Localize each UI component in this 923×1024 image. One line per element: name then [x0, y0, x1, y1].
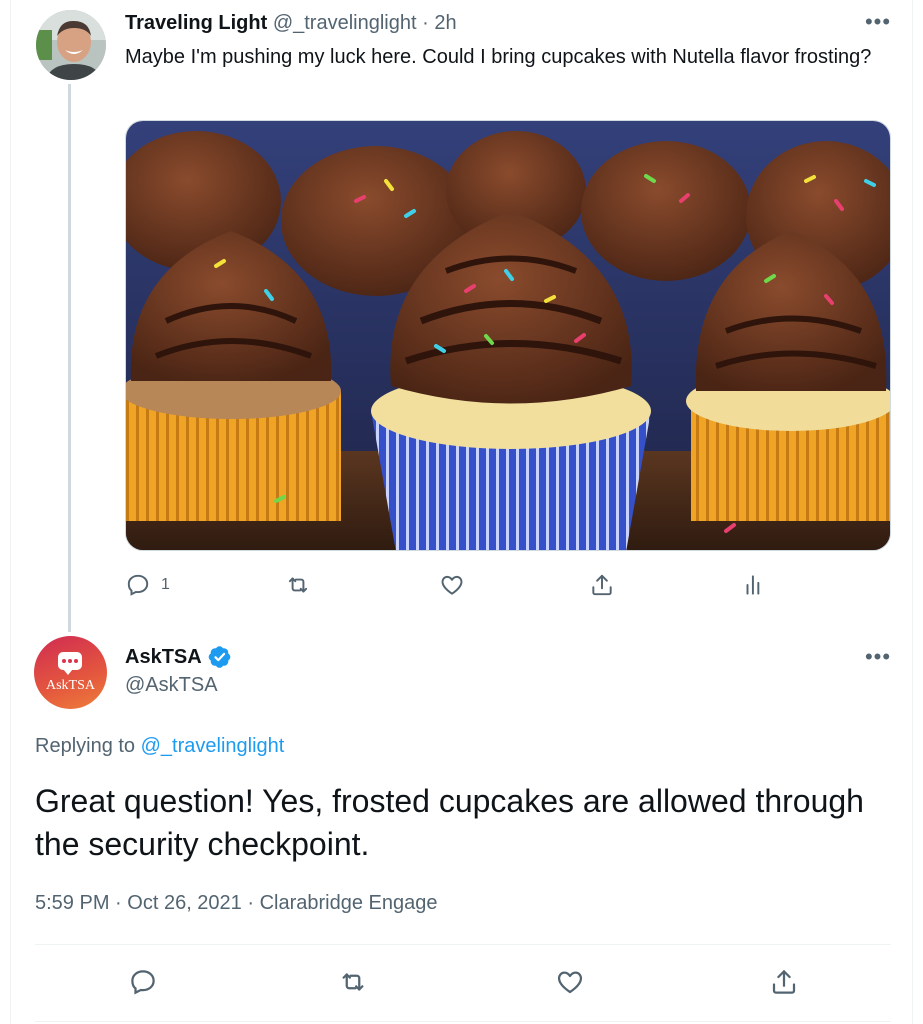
tweet1-analytics-button[interactable] — [741, 568, 767, 602]
tweet2-text: Great question! Yes, frosted cupcakes ar… — [35, 783, 864, 862]
tweet2-metadata: 5:59 PM · Oct 26, 2021 · Clarabridge Eng… — [35, 892, 438, 915]
divider — [35, 944, 891, 945]
meta-separator: · — [247, 892, 255, 914]
tweet1-handle[interactable]: @_travelinglight — [273, 12, 417, 34]
more-horizontal-icon[interactable]: ••• — [862, 6, 894, 38]
tweet2-like-button[interactable] — [555, 962, 585, 1002]
tweet2-time[interactable]: 5:59 PM — [35, 892, 109, 914]
share-icon — [772, 970, 796, 994]
replying-to-label: Replying to — [35, 735, 136, 757]
retweet-icon — [342, 973, 364, 991]
tweet2-share-button[interactable] — [769, 962, 799, 1002]
tweet1-display-name[interactable]: Traveling Light — [125, 12, 267, 34]
tweet2-name-row: AskTSA — [125, 643, 232, 671]
chat-bubble-icon — [58, 652, 82, 675]
tweet2-retweet-button[interactable] — [338, 962, 368, 1002]
thread-connector-line — [68, 84, 71, 632]
meta-separator: · — [115, 892, 122, 914]
tweet1-separator: · — [422, 12, 429, 34]
reply-icon — [127, 574, 149, 596]
tweet2-reply-button[interactable] — [128, 962, 158, 1002]
retweet-icon — [288, 577, 308, 593]
tweet1-share-button[interactable] — [589, 568, 615, 602]
analytics-icon — [746, 575, 760, 595]
tweet1-like-button[interactable] — [439, 568, 465, 602]
share-icon — [592, 574, 612, 596]
tweet2-handle[interactable]: @AskTSA — [125, 674, 218, 697]
verified-badge-icon — [208, 646, 231, 668]
more-horizontal-icon[interactable]: ••• — [862, 641, 894, 673]
tweet1-reply-button[interactable]: 1 — [125, 568, 170, 602]
divider — [35, 1021, 891, 1022]
tweet2-date[interactable]: Oct 26, 2021 — [127, 892, 242, 914]
avatar-logo-text: AskTSA — [45, 678, 95, 693]
avatar-asktsa[interactable]: AskTSA — [34, 636, 107, 709]
tweet1-retweet-button[interactable] — [285, 568, 311, 602]
tweet1-text: Maybe I'm pushing my luck here. Could I … — [125, 46, 872, 68]
tweet2-source-link[interactable]: Clarabridge Engage — [260, 892, 438, 914]
tweet2-display-name[interactable]: AskTSA — [125, 646, 202, 669]
heart-icon — [441, 575, 463, 595]
tweet1-action-bar: 1 — [125, 568, 775, 602]
replying-to-line: Replying to @_travelinglight — [35, 735, 284, 758]
replying-to-mention-link[interactable]: @_travelinglight — [141, 735, 285, 757]
tweet1-photo-cupcakes[interactable] — [125, 120, 891, 551]
reply-icon — [131, 970, 155, 995]
tweet1-timestamp[interactable]: 2h — [434, 12, 456, 34]
avatar-traveling-light[interactable] — [36, 10, 106, 80]
tweet1-reply-count: 1 — [161, 576, 170, 593]
tweet1-header: Traveling Light @_travelinglight · 2h — [125, 10, 457, 36]
heart-icon — [557, 971, 583, 994]
tweet2-action-bar — [35, 962, 891, 1002]
